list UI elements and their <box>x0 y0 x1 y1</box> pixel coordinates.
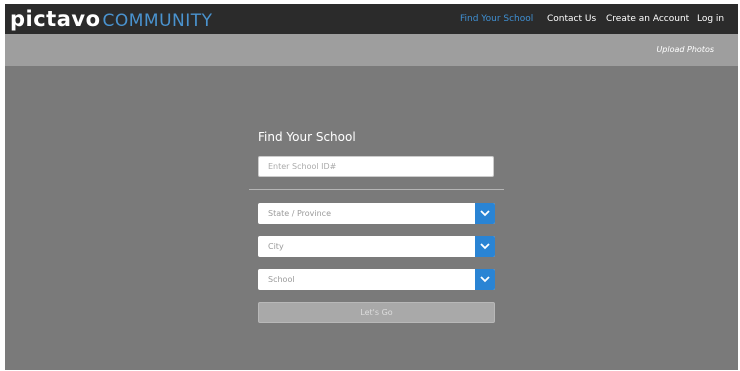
city-select[interactable]: City <box>258 236 495 257</box>
page-frame: pictavo COMMUNITY Find Your School Conta… <box>5 4 738 370</box>
form-title: Find Your School <box>258 130 356 144</box>
nav-find-your-school[interactable]: Find Your School <box>460 14 533 24</box>
select-label-city: City <box>268 242 284 251</box>
upload-photos-link[interactable]: Upload Photos <box>656 45 714 54</box>
nav-contact-us[interactable]: Contact Us <box>547 14 596 24</box>
chevron-down-icon[interactable] <box>475 236 495 257</box>
school-select[interactable]: School <box>258 269 495 290</box>
pictavo-logo[interactable]: pictavo COMMUNITY <box>10 5 213 33</box>
form-divider <box>249 189 504 190</box>
chevron-down-icon[interactable] <box>475 203 495 224</box>
state-province-select[interactable]: State / Province <box>258 203 495 224</box>
secondary-bar: Upload Photos <box>5 34 738 66</box>
chevron-down-icon[interactable] <box>475 269 495 290</box>
lets-go-button[interactable]: Let's Go <box>258 302 495 323</box>
select-label-state: State / Province <box>268 209 331 218</box>
nav-create-account[interactable]: Create an Account <box>606 14 689 24</box>
select-label-school: School <box>268 275 295 284</box>
school-id-input[interactable] <box>258 156 494 177</box>
nav-log-in[interactable]: Log in <box>697 14 724 24</box>
top-navigation-bar: pictavo COMMUNITY Find Your School Conta… <box>5 4 738 34</box>
logo-wordmark: pictavo <box>10 7 101 31</box>
logo-tagline: COMMUNITY <box>102 11 213 31</box>
